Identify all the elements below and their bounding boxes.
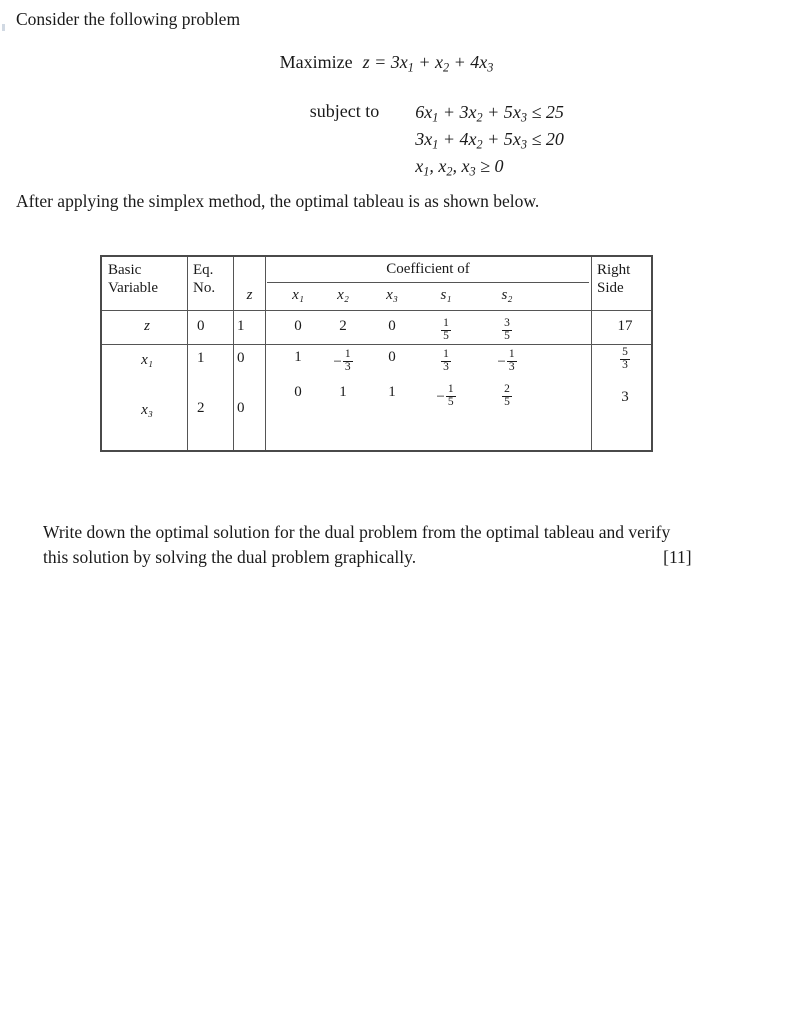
header-col-x1: x₁ <box>275 287 321 304</box>
fraction: 35 <box>502 317 512 343</box>
tableau-hrule-header <box>102 310 651 311</box>
table-row-z-basic: z <box>144 318 150 334</box>
table-row-x1-x1: 1 <box>294 349 302 365</box>
fraction-denominator: 5 <box>445 395 456 408</box>
document-page: Consider the following problem Maximize … <box>0 0 791 1024</box>
constraints-block: subject to 6x1 + 3x2 + 5x3 ≤ 25 3x1 + 4x… <box>0 100 791 180</box>
header-eq-line2: No. <box>193 280 216 297</box>
table-row-z-eqno: 0 <box>197 318 205 334</box>
marks-badge: [11] <box>663 547 692 568</box>
fraction: 15 <box>445 383 456 409</box>
fraction-denominator: 3 <box>441 360 451 373</box>
header-basic-variable: Basic Variable <box>108 261 186 298</box>
header-col-x2: x₂ <box>323 287 363 304</box>
coefficient-underline <box>267 282 589 283</box>
tableau-hrule-zrow <box>102 344 651 345</box>
fraction-numerator: 1 <box>447 383 454 395</box>
table-row-z-x2: 2 <box>339 318 347 334</box>
table-row-x3-eqno: 2 <box>197 400 205 416</box>
fraction-denominator: 3 <box>620 358 630 371</box>
table-row-x1-x3: 0 <box>388 349 396 365</box>
table-row-z-z: 1 <box>237 318 245 334</box>
header-col-z: z <box>235 287 264 304</box>
header-basic-line1: Basic <box>108 262 142 278</box>
subject-to-label: subject to <box>309 101 380 121</box>
constraint-3-nonnegativity: x1, x2, x3 ≥ 0 <box>415 155 504 178</box>
header-basic-line2: Variable <box>108 280 158 297</box>
fraction-denominator: 5 <box>502 395 512 408</box>
fraction: 13 <box>506 348 517 374</box>
fraction: 13 <box>342 348 353 374</box>
table-row-x3-x1: 0 <box>294 384 302 400</box>
table-row-x1-x2: −1 3 <box>323 348 363 375</box>
header-eq-no: Eq. No. <box>193 261 231 298</box>
table-row-z-x3: 0 <box>388 318 396 334</box>
closing-line-1: Write down the optimal solution for the … <box>43 522 671 542</box>
table-row-z-s2: 35 <box>487 317 527 344</box>
minus-sign: − <box>436 388 445 405</box>
table-row-x1-eqno: 1 <box>197 350 205 366</box>
table-row-x1-rhs: 53 <box>597 346 653 373</box>
fraction-denominator: 5 <box>502 329 512 342</box>
simplex-tableau: Basic Variable Eq. No. Coefficient of z … <box>100 255 653 452</box>
table-row-x1-basic: x₁ <box>141 352 153 368</box>
minus-sign: − <box>333 353 342 370</box>
minus-sign: − <box>497 353 506 370</box>
header-col-s1: s₁ <box>426 287 466 304</box>
fraction-denominator: 3 <box>342 360 353 373</box>
after-simplex-text: After applying the simplex method, the o… <box>16 191 540 211</box>
fraction-numerator: 2 <box>504 383 510 395</box>
fraction-numerator: 5 <box>622 346 628 358</box>
table-row-x1-z: 0 <box>237 350 245 366</box>
header-right-line2: Side <box>597 280 624 297</box>
header-coefficient-of: Coefficient of <box>386 261 470 277</box>
header-col-x2-label: x₂ <box>337 287 349 303</box>
header-col-x3: x₃ <box>370 287 414 304</box>
table-row-x3-z: 0 <box>237 400 245 416</box>
fraction-numerator: 3 <box>504 317 510 329</box>
header-col-z-label: z <box>246 287 253 303</box>
header-col-s1-label: s₁ <box>440 287 452 303</box>
constraint-1: 6x1 + 3x2 + 5x3 ≤ 25 <box>415 102 564 125</box>
closing-line-2: this solution by solving the dual proble… <box>43 547 417 568</box>
table-row-x3-x3: 1 <box>388 384 396 400</box>
tableau-vrule-1 <box>187 257 188 450</box>
fraction-numerator: 1 <box>443 348 449 360</box>
page-edge-artifact <box>2 24 5 31</box>
table-row-x1-s2: −1 3 <box>487 348 527 375</box>
header-col-x3-label: x₃ <box>386 287 398 303</box>
fraction-denominator: 5 <box>441 329 451 342</box>
tableau-vrule-4 <box>591 257 592 450</box>
table-row-x3-basic: x₃ <box>141 402 153 418</box>
fraction-numerator: 1 <box>508 348 515 360</box>
table-row-x3-x2: 1 <box>339 384 347 400</box>
header-right-line1: Right <box>597 262 631 278</box>
objective-function-block: Maximize z = 3x1 + x2 + 4x3 <box>0 52 791 75</box>
table-row-x3-s1: −1 5 <box>426 383 466 410</box>
table-row-z-rhs: 17 <box>617 318 633 334</box>
table-row-z-s1: 15 <box>426 317 466 344</box>
fraction: 15 <box>441 317 451 343</box>
fraction-denominator: 3 <box>506 360 517 373</box>
maximize-label: Maximize <box>279 52 353 72</box>
header-eq-line1: Eq. <box>193 262 214 278</box>
table-row-x1-s1: 13 <box>426 348 466 375</box>
table-row-x3-s2: 25 <box>487 383 527 410</box>
fraction: 25 <box>502 383 512 409</box>
fraction-numerator: 1 <box>443 317 449 329</box>
objective-expression: z = 3x1 + x2 + 4x3 <box>362 52 494 75</box>
header-col-s2-label: s₂ <box>501 287 513 303</box>
intro-text: Consider the following problem <box>16 9 241 29</box>
header-col-s2: s₂ <box>487 287 527 304</box>
fraction: 53 <box>620 346 630 372</box>
fraction-numerator: 1 <box>344 348 351 360</box>
header-right-side: Right Side <box>597 261 653 298</box>
table-row-z-x1: 0 <box>294 318 302 334</box>
fraction: 13 <box>441 348 451 374</box>
constraint-2: 3x1 + 4x2 + 5x3 ≤ 20 <box>415 128 564 152</box>
header-col-x1-label: x₁ <box>292 287 304 303</box>
table-row-x3-rhs: 3 <box>621 389 629 405</box>
closing-question: Write down the optimal solution for the … <box>43 520 779 571</box>
